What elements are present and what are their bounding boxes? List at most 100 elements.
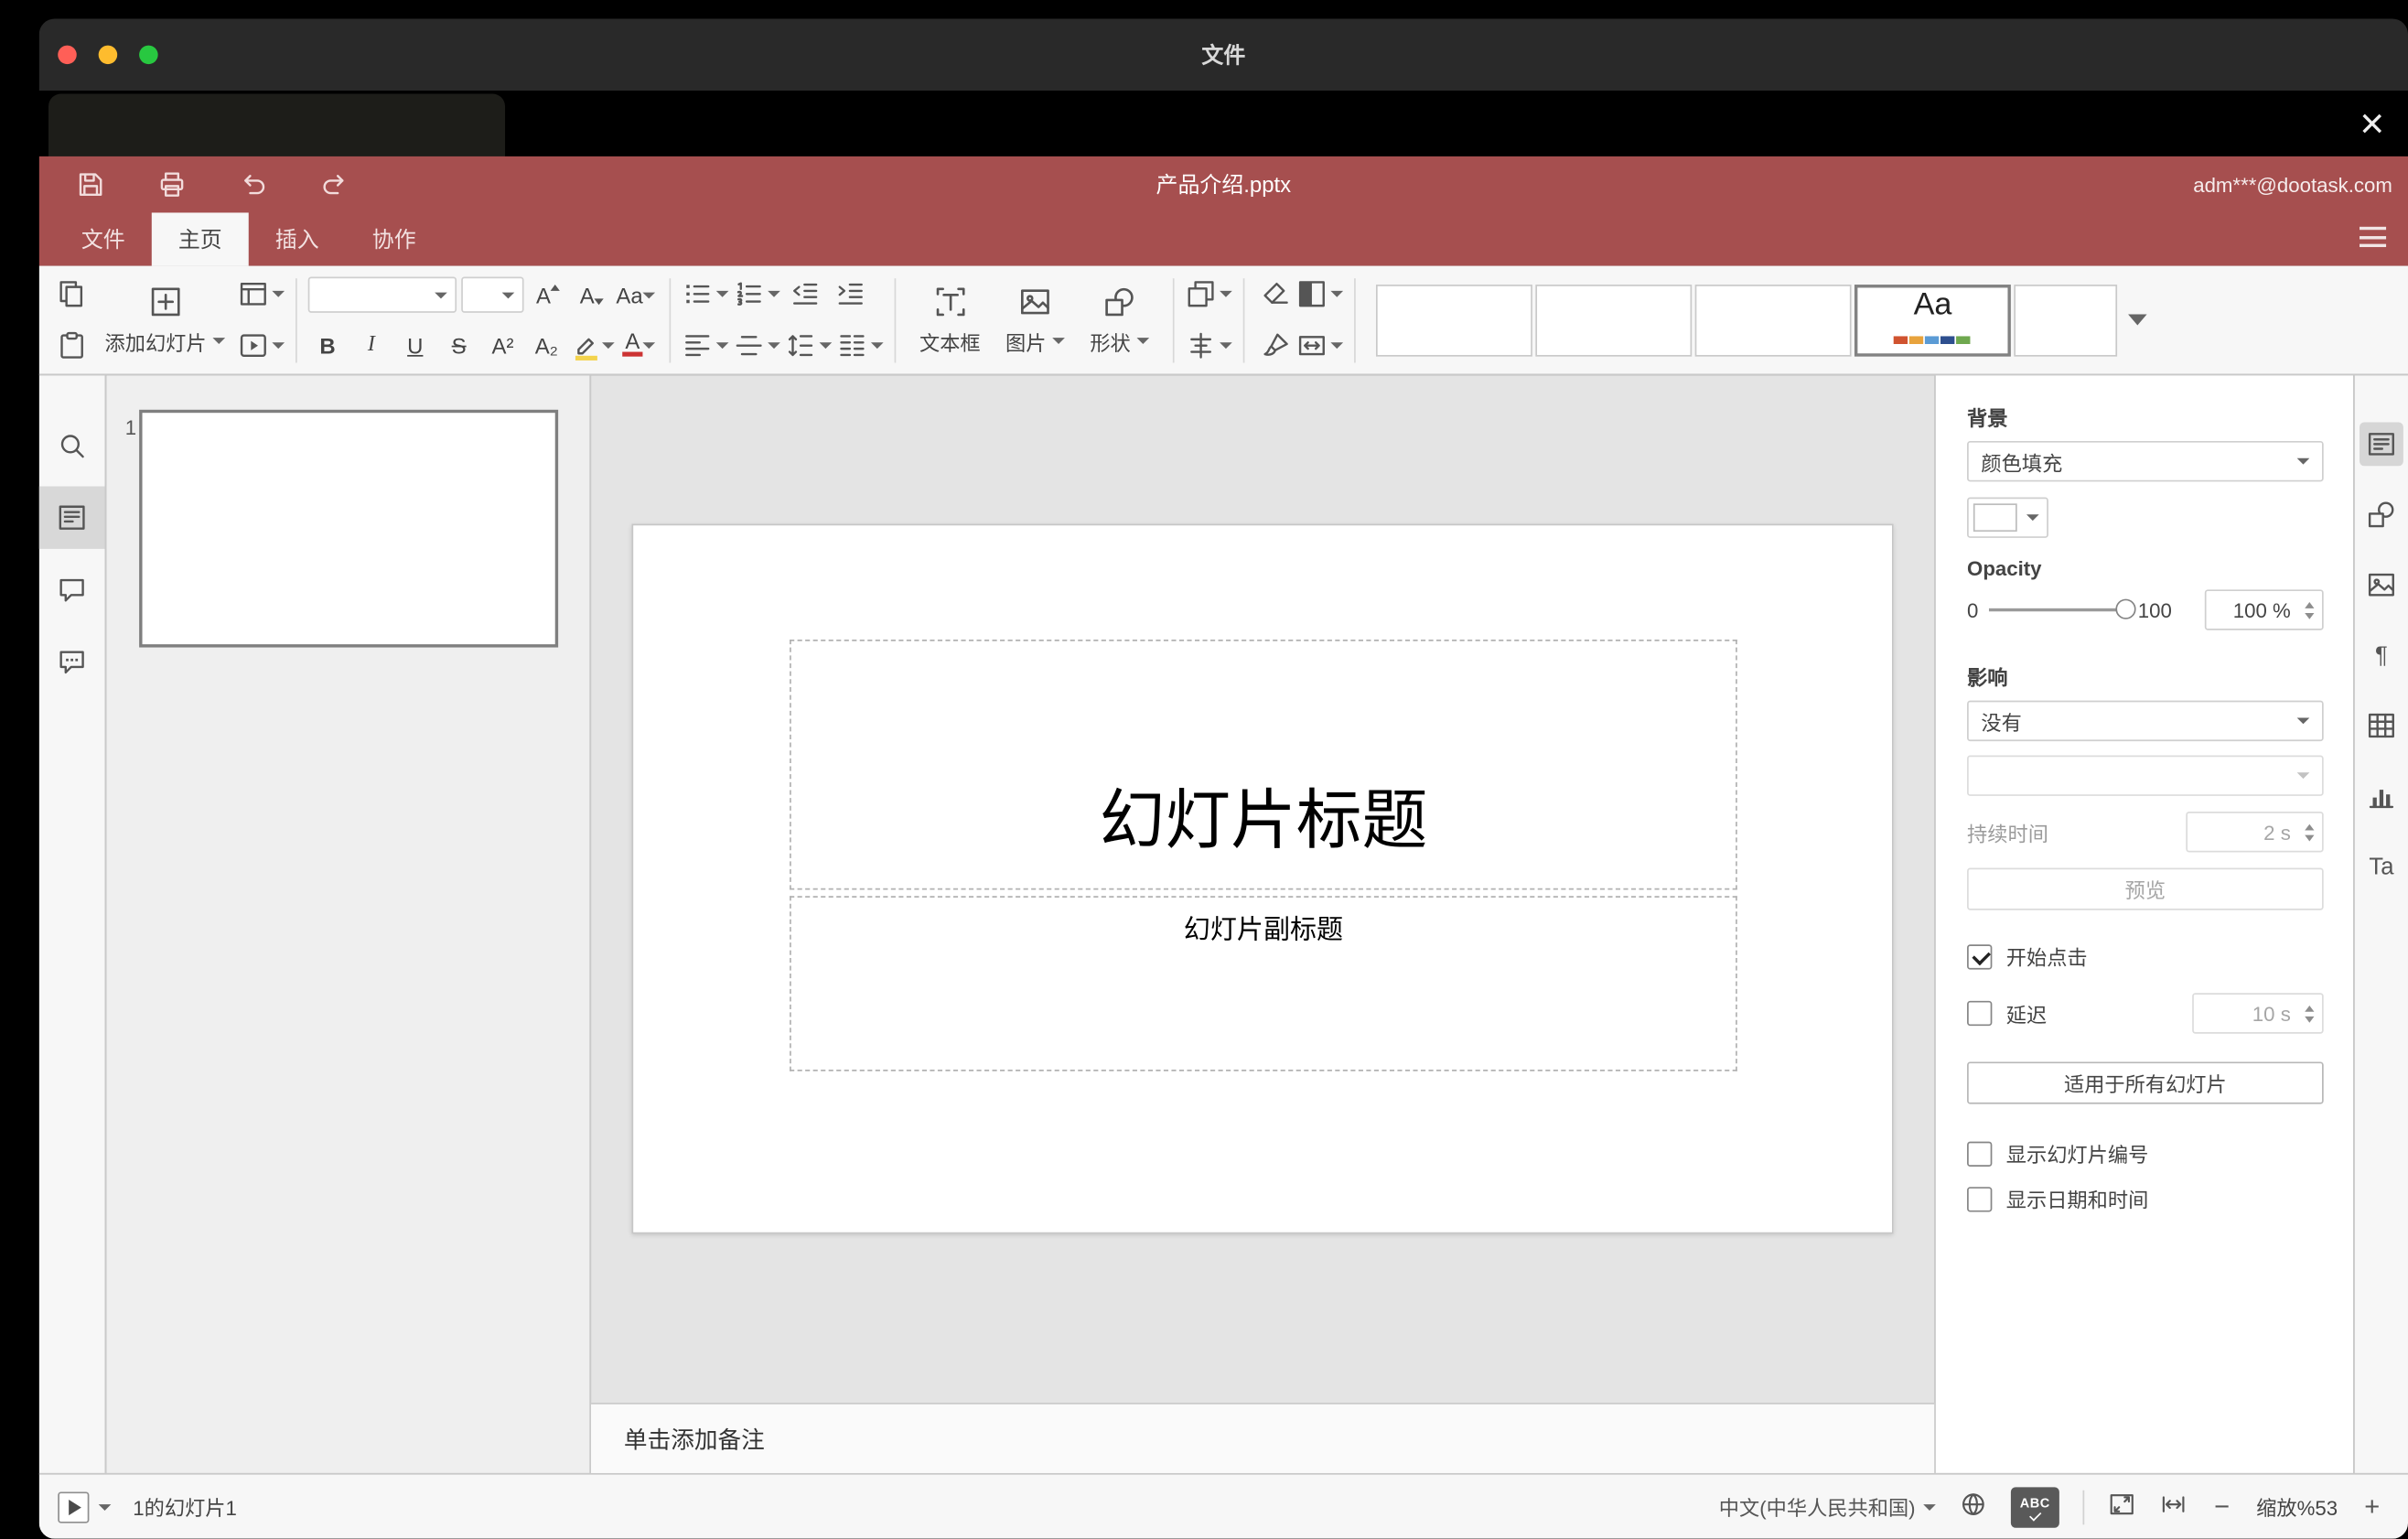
horizontal-align-button[interactable]	[682, 325, 729, 365]
language-selector[interactable]: 中文(中华人民共和国)	[1719, 1491, 1936, 1521]
effect-variant-select[interactable]	[1967, 755, 2324, 796]
line-spacing-button[interactable]	[785, 325, 833, 365]
italic-button[interactable]: I	[352, 325, 392, 364]
apply-to-all-button[interactable]: 适用于所有幻灯片	[1967, 1061, 2324, 1104]
shape-settings-tab[interactable]	[2360, 492, 2403, 536]
insert-image-button[interactable]: 图片	[993, 270, 1077, 370]
document-language-button[interactable]	[1959, 1491, 1987, 1523]
color-scheme-button[interactable]	[1296, 274, 1344, 314]
textart-settings-tab[interactable]: Ta	[2360, 845, 2403, 888]
slide[interactable]: 幻灯片标题 幻灯片副标题	[631, 523, 1894, 1234]
save-button[interactable]	[70, 164, 111, 204]
highlight-color-button[interactable]	[571, 325, 615, 364]
show-slide-number-checkbox[interactable]	[1967, 1140, 1993, 1167]
tab-file[interactable]: 文件	[55, 212, 152, 265]
fill-type-select[interactable]: 颜色填充	[1967, 440, 2324, 482]
chat-button[interactable]	[39, 630, 105, 693]
zoom-out-button[interactable]: −	[2211, 1491, 2233, 1523]
tab-collaboration[interactable]: 协作	[346, 212, 443, 265]
bullets-button[interactable]	[682, 274, 729, 314]
table-settings-tab[interactable]	[2360, 704, 2403, 748]
print-button[interactable]	[152, 164, 192, 204]
tab-home[interactable]: 主页	[151, 212, 249, 266]
opacity-slider[interactable]	[1989, 598, 2137, 619]
chart-settings-tab[interactable]	[2360, 774, 2403, 818]
chevron-down-icon	[768, 342, 780, 350]
effect-select[interactable]: 没有	[1967, 700, 2324, 742]
theme-option-selected[interactable]: Aa	[1854, 284, 2011, 356]
strikeout-button[interactable]: S	[439, 325, 478, 364]
slide-layout-button[interactable]	[238, 274, 285, 314]
zoom-in-button[interactable]: +	[2361, 1491, 2383, 1523]
increase-indent-button[interactable]	[831, 274, 871, 314]
comments-button[interactable]	[39, 558, 105, 620]
notes-area[interactable]: 单击添加备注	[591, 1403, 1935, 1473]
decrease-font-size-button[interactable]: A	[573, 275, 612, 315]
theme-option[interactable]	[1376, 284, 1533, 356]
slides-panel-button[interactable]	[38, 486, 105, 549]
search-button[interactable]	[39, 414, 105, 477]
underline-button[interactable]: U	[395, 325, 435, 364]
font-name-combo[interactable]	[307, 276, 457, 313]
duration-spinner[interactable]: 2 s	[2186, 812, 2324, 853]
font-size-combo[interactable]	[461, 276, 524, 313]
tab-insert[interactable]: 插入	[249, 212, 346, 265]
show-date-time-checkbox[interactable]	[1967, 1186, 1993, 1211]
superscript-button[interactable]: A²	[483, 325, 522, 364]
theme-option[interactable]	[2014, 284, 2118, 356]
opacity-spinner[interactable]: 100 %	[2204, 589, 2324, 630]
start-on-click-label: 开始点击	[2005, 945, 2088, 970]
vertical-align-button[interactable]	[734, 325, 780, 365]
spinner-arrows-icon[interactable]	[2305, 995, 2315, 1032]
slide-size-button[interactable]	[1296, 325, 1344, 365]
theme-option[interactable]	[1694, 284, 1852, 356]
paragraph-settings-tab[interactable]: ¶	[2360, 633, 2403, 677]
slide-thumbnail[interactable]	[139, 409, 559, 648]
delay-label: 延迟	[2005, 1003, 2048, 1028]
minimize-window-button[interactable]	[98, 45, 118, 65]
fill-color-picker[interactable]	[1967, 497, 2048, 538]
redo-button[interactable]	[315, 164, 355, 204]
delay-checkbox[interactable]	[1967, 1000, 1993, 1027]
start-on-click-checkbox[interactable]	[1967, 943, 1993, 969]
spell-check-button[interactable]: ABC	[2010, 1486, 2059, 1527]
align-shapes-button[interactable]	[1186, 325, 1232, 365]
preview-button[interactable]: 预览	[1967, 867, 2324, 910]
add-slide-button[interactable]: 添加幻灯片	[92, 270, 238, 370]
hamburger-menu-icon[interactable]	[2360, 226, 2387, 248]
copy-style-button[interactable]	[1256, 325, 1296, 365]
subscript-button[interactable]: A₂	[527, 325, 566, 364]
start-slideshow-button[interactable]	[238, 325, 285, 365]
paste-button[interactable]	[51, 325, 91, 365]
image-settings-tab[interactable]	[2360, 563, 2403, 607]
insert-shape-button[interactable]: 形状	[1078, 270, 1162, 370]
start-slideshow-status-button[interactable]	[58, 1491, 90, 1523]
arrange-shapes-button[interactable]	[1186, 274, 1232, 314]
fit-slide-button[interactable]	[2108, 1491, 2136, 1523]
spinner-arrows-icon[interactable]	[2305, 591, 2315, 629]
copy-button[interactable]	[51, 274, 91, 314]
theme-gallery-expand-button[interactable]	[2117, 284, 2157, 356]
insert-textbox-button[interactable]: 文本框	[907, 270, 993, 370]
slide-settings-tab[interactable]	[2360, 422, 2403, 467]
theme-option[interactable]	[1535, 284, 1693, 356]
decrease-indent-button[interactable]	[785, 274, 825, 314]
undo-button[interactable]	[233, 164, 274, 204]
slider-knob[interactable]	[2115, 598, 2137, 619]
subtitle-placeholder[interactable]: 幻灯片副标题	[790, 896, 1737, 1071]
title-placeholder[interactable]: 幻灯片标题	[790, 640, 1737, 890]
increase-font-size-button[interactable]: A	[529, 275, 568, 315]
fit-width-button[interactable]	[2159, 1491, 2188, 1523]
font-color-button[interactable]: A	[619, 325, 659, 364]
columns-button[interactable]	[836, 325, 884, 365]
numbering-button[interactable]	[734, 274, 780, 314]
spinner-arrows-icon[interactable]	[2305, 813, 2315, 851]
change-case-button[interactable]: Aa	[616, 275, 656, 315]
fullscreen-window-button[interactable]	[139, 45, 158, 65]
delay-spinner[interactable]: 10 s	[2192, 993, 2324, 1034]
bold-button[interactable]: B	[308, 325, 348, 364]
clear-style-button[interactable]	[1256, 274, 1296, 314]
close-icon[interactable]: ×	[2350, 102, 2394, 147]
chevron-down-icon[interactable]	[98, 1503, 112, 1511]
close-window-button[interactable]	[58, 45, 77, 65]
